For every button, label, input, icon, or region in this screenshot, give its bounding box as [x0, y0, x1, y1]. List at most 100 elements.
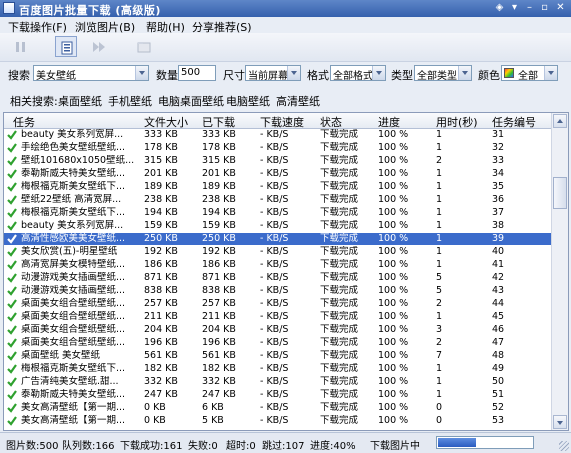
table-row[interactable]: 广告清纯美女壁纸.甜... 332 KB 332 KB - KB/S 下载完成 100 %… [4, 376, 552, 388]
cell-progress: 100 % [378, 155, 409, 166]
table-row[interactable]: 美女高清壁纸【第一期... 0 KB 6 KB - KB/S 下载完成 100 % 0 52 [4, 402, 552, 414]
cell-time: 2 [436, 337, 443, 348]
table-row[interactable]: 壁纸101680x1050壁纸... 315 KB 315 KB - KB/S 下载完成… [4, 155, 552, 167]
cell-task: 高清宽屏美女模特壁纸... [21, 259, 126, 270]
table-row[interactable]: 梅根福克斯美女壁纸下... 189 KB 189 KB - KB/S 下载完成 100 %… [4, 181, 552, 193]
cell-status: 下载完成 [320, 259, 359, 270]
chevron-down-icon[interactable] [287, 66, 300, 80]
chevron-down-icon[interactable] [458, 66, 471, 80]
cell-progress: 100 % [378, 337, 409, 348]
table-row[interactable]: 泰勒斯威夫特美女壁纸... 247 KB 247 KB - KB/S 下载完成 100 %… [4, 389, 552, 401]
column-header-status[interactable]: 状态 [320, 114, 342, 130]
column-header-size[interactable]: 文件大小 [144, 114, 188, 130]
table-row[interactable]: 桌面美女组合壁纸壁纸... 257 KB 257 KB - KB/S 下载完成 100 %… [4, 298, 552, 310]
cell-speed: - KB/S [260, 272, 289, 283]
table-row[interactable]: 美女高清壁纸【第一期... 0 KB 5 KB - KB/S 下载完成 100 % 0 53 [4, 415, 552, 427]
cell-size: 201 KB [144, 168, 178, 179]
related-link[interactable]: 桌面壁纸 [58, 93, 102, 109]
cell-size: 247 KB [144, 389, 178, 400]
cell-size: 194 KB [144, 207, 178, 218]
table-row[interactable]: 动漫游戏美女插画壁纸... 871 KB 871 KB - KB/S 下载完成 100 %… [4, 272, 552, 284]
table-row[interactable]: 手绘绝色美女壁纸壁纸... 178 KB 178 KB - KB/S 下载完成 100 %… [4, 142, 552, 154]
cell-speed: - KB/S [260, 298, 289, 309]
cell-speed: - KB/S [260, 350, 289, 361]
cell-task-id: 31 [492, 129, 505, 140]
cell-task-id: 38 [492, 220, 505, 231]
cell-size: 332 KB [144, 376, 178, 387]
scroll-thumb[interactable] [553, 177, 567, 209]
related-link[interactable]: 高清壁纸 [276, 93, 320, 109]
resize-grip-icon[interactable] [559, 441, 569, 451]
cell-task: 梅根福克斯美女壁纸下... [21, 181, 126, 192]
status-timeout: 超时:0 [226, 441, 256, 452]
maximize-button[interactable]: ▫ [538, 2, 551, 14]
column-header-time[interactable]: 用时(秒) [436, 114, 478, 130]
column-header-progress[interactable]: 进度 [378, 114, 400, 130]
related-link[interactable]: 电脑壁纸 [226, 93, 270, 109]
check-icon [7, 130, 17, 140]
format-combo[interactable]: 全部格式 [330, 65, 386, 82]
table-row[interactable]: 梅根福克斯美女壁纸下... 182 KB 182 KB - KB/S 下载完成 100 %… [4, 363, 552, 375]
chevron-down-icon[interactable] [135, 66, 148, 80]
table-row[interactable]: 高清宽屏美女模特壁纸... 186 KB 186 KB - KB/S 下载完成 100 %… [4, 259, 552, 271]
minimize-button[interactable]: – [523, 2, 536, 14]
list-view-button[interactable] [55, 36, 77, 57]
skin-icon[interactable]: ◈ [493, 2, 506, 14]
cell-task-id: 34 [492, 168, 505, 179]
pause-icon [16, 42, 25, 52]
cell-task: 桌面美女组合壁纸壁纸... [21, 311, 126, 322]
cell-speed: - KB/S [260, 311, 289, 322]
scroll-up-icon[interactable] [553, 114, 567, 128]
related-search-row: 相关搜索: 桌面壁纸 手机壁纸 电脑桌面壁纸 电脑壁纸 高清壁纸 [0, 90, 571, 108]
color-combo[interactable]: 全部 [501, 65, 558, 82]
column-header-task-id[interactable]: 任务编号 [492, 114, 536, 130]
pause-button[interactable] [10, 36, 32, 57]
cell-status: 下载完成 [320, 272, 359, 283]
format-label: 格式 [307, 69, 329, 82]
close-button[interactable]: ✕ [554, 2, 567, 14]
cell-speed: - KB/S [260, 363, 289, 374]
cell-size: 333 KB [144, 129, 178, 140]
table-row[interactable]: 高清性感欧美美女壁纸... 250 KB 250 KB - KB/S 下载完成 100 %… [4, 233, 552, 245]
menu-dropdown-icon[interactable]: ▾ [508, 2, 521, 14]
color-swatch-icon [504, 68, 514, 78]
vertical-scrollbar[interactable] [551, 113, 568, 430]
cell-status: 下载完成 [320, 389, 359, 400]
size-combo[interactable]: 当前屏幕 [245, 65, 301, 82]
cell-time: 1 [436, 363, 443, 374]
cell-status: 下载完成 [320, 350, 359, 361]
cell-task-id: 40 [492, 246, 505, 257]
scroll-down-icon[interactable] [553, 415, 567, 429]
table-row[interactable]: 桌面壁纸 美女壁纸 561 KB 561 KB - KB/S 下载完成 100 % 7 48 [4, 350, 552, 362]
column-header-task[interactable]: 任务 [13, 114, 35, 130]
cell-speed: - KB/S [260, 194, 289, 205]
chevron-down-icon[interactable] [544, 66, 557, 80]
table-row[interactable]: 桌面美女组合壁纸壁纸... 196 KB 196 KB - KB/S 下载完成 100 %… [4, 337, 552, 349]
forward-button[interactable] [88, 36, 110, 57]
table-body: beauty 美女系列宽屏... 333 KB 333 KB - KB/S 下载完成 10… [4, 129, 552, 430]
cell-status: 下载完成 [320, 311, 359, 322]
table-row[interactable]: 壁纸22壁纸 高清宽屏... 238 KB 238 KB - KB/S 下载完成 100 … [4, 194, 552, 206]
type-combo[interactable]: 全部类型 [414, 65, 472, 82]
table-row[interactable]: beauty 美女系列宽屏... 333 KB 333 KB - KB/S 下载完成 10… [4, 129, 552, 141]
table-row[interactable]: 泰勒斯威夫特美女壁纸... 201 KB 201 KB - KB/S 下载完成 100 %… [4, 168, 552, 180]
cell-task: 壁纸22壁纸 高清宽屏... [21, 194, 122, 205]
table-row[interactable]: 桌面美女组合壁纸壁纸... 211 KB 211 KB - KB/S 下载完成 100 %… [4, 311, 552, 323]
count-input[interactable]: 500 [178, 65, 216, 81]
table-row[interactable]: 动漫游戏美女插画壁纸... 838 KB 838 KB - KB/S 下载完成 100 %… [4, 285, 552, 297]
open-folder-button[interactable] [133, 36, 155, 57]
search-combo[interactable]: 美女壁纸 [33, 65, 149, 82]
column-header-speed[interactable]: 下载速度 [260, 114, 304, 130]
column-header-downloaded[interactable]: 已下载 [202, 114, 235, 130]
related-link[interactable]: 电脑桌面壁纸 [158, 93, 224, 109]
check-icon [7, 390, 17, 400]
related-link[interactable]: 手机壁纸 [108, 93, 152, 109]
check-icon [7, 247, 17, 257]
table-row[interactable]: beauty 美女系列宽屏... 159 KB 159 KB - KB/S 下载完成 10… [4, 220, 552, 232]
check-icon [7, 403, 17, 413]
table-row[interactable]: 美女欣赏(五)-明星壁纸 192 KB 192 KB - KB/S 下载完成 100 % 1… [4, 246, 552, 258]
table-row[interactable]: 梅根福克斯美女壁纸下... 194 KB 194 KB - KB/S 下载完成 100 %… [4, 207, 552, 219]
table-row[interactable]: 桌面美女组合壁纸壁纸... 204 KB 204 KB - KB/S 下载完成 100 %… [4, 324, 552, 336]
cell-status: 下载完成 [320, 155, 359, 166]
chevron-down-icon[interactable] [372, 66, 385, 80]
